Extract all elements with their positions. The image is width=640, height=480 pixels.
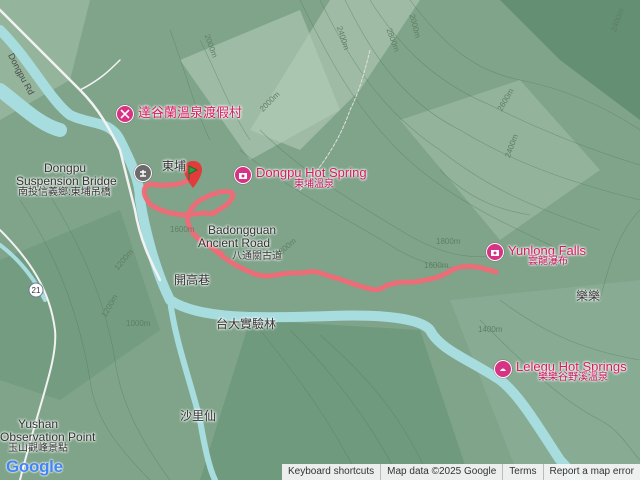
google-logo: Google	[6, 457, 63, 476]
report-map-error-link[interactable]: Report a map error	[542, 464, 640, 480]
lelegu-hot-springs-pin[interactable]	[494, 360, 512, 378]
dongpu-hot-spring-pin[interactable]	[234, 166, 252, 184]
badongguan-label-1[interactable]: Badongguan	[208, 224, 276, 237]
contour-label: 1600m	[170, 225, 195, 234]
spa-icon	[500, 368, 506, 371]
yushan-observation-label-2[interactable]: Observation Point	[0, 431, 95, 444]
dongpu-village-label: 東埔	[162, 159, 187, 173]
dongpu-hot-spring-label-cn[interactable]: 東埔溫泉	[294, 179, 334, 191]
suspension-bridge-label-2[interactable]: Suspension Bridge	[16, 175, 117, 188]
hot-spring-resort-label[interactable]: 達谷蘭溫泉渡假村	[138, 106, 242, 120]
lele-label: 樂樂	[576, 289, 601, 303]
yushan-observation-label-1[interactable]: Yushan	[18, 418, 58, 431]
landmark-icon	[140, 170, 146, 177]
contour-label: 1800m	[436, 237, 461, 246]
map-data-text: Map data ©2025 Google	[380, 464, 502, 480]
ntu-forest-label: 台大實驗林	[216, 317, 277, 331]
yunlong-falls-label-cn[interactable]: 雲龍瀑布	[528, 256, 568, 268]
lelegu-hot-springs-label-cn[interactable]: 樂樂谷野溪溫泉	[538, 372, 608, 384]
suspension-bridge-label-1[interactable]: Dongpu	[44, 162, 86, 175]
contour-label: 1000m	[126, 319, 151, 328]
camera-icon	[239, 173, 247, 179]
camera-icon	[491, 250, 499, 256]
yushan-observation-label-cn[interactable]: 玉山觀峰景點	[8, 443, 68, 455]
contour-label: 1400m	[478, 325, 503, 334]
tools-icon	[120, 109, 130, 119]
hot-spring-resort-pin[interactable]	[116, 105, 134, 123]
route-21-label: 21	[32, 286, 41, 295]
shalixian-label: 沙里仙	[180, 409, 217, 423]
yunlong-falls-pin[interactable]	[486, 243, 504, 261]
dongpu-hot-spring-label[interactable]: Dongpu Hot Spring	[256, 166, 367, 180]
contour-label: 1600m	[424, 261, 449, 270]
attribution-bar: Keyboard shortcuts Map data ©2025 Google…	[281, 464, 640, 480]
suspension-bridge-label-cn[interactable]: 南投信義鄉:東埔吊橋	[18, 187, 111, 199]
terrain-map[interactable]: 21	[0, 0, 640, 480]
badongguan-label-2[interactable]: Ancient Road	[198, 237, 270, 250]
terms-link[interactable]: Terms	[502, 464, 542, 480]
suspension-bridge-pin[interactable]	[134, 164, 152, 182]
keyboard-shortcuts-link[interactable]: Keyboard shortcuts	[282, 464, 380, 480]
kaigao-lane-label: 開高巷	[174, 273, 211, 287]
